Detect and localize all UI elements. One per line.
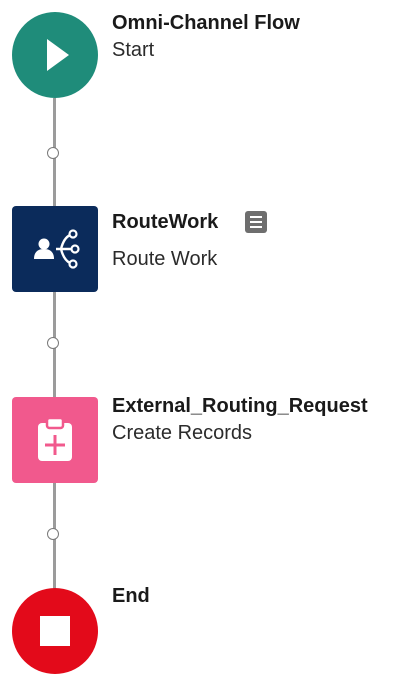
description-icon[interactable] <box>245 211 267 233</box>
start-node-subtitle: Start <box>112 39 155 61</box>
create-records-icon <box>38 416 72 461</box>
route-work-node-subtitle: Route Work <box>112 248 218 270</box>
create-records-node[interactable] <box>12 397 98 483</box>
route-work-node-title: RouteWork <box>112 211 219 233</box>
add-element-connector[interactable] <box>47 147 59 159</box>
route-work-icon <box>34 229 80 269</box>
play-icon <box>47 39 69 71</box>
end-node-title: End <box>112 585 150 607</box>
end-node[interactable] <box>12 588 98 674</box>
route-work-node[interactable] <box>12 206 98 292</box>
add-element-connector[interactable] <box>47 337 59 349</box>
add-element-connector[interactable] <box>47 528 59 540</box>
create-records-node-title: External_Routing_Request <box>112 395 368 417</box>
start-node-title: Omni-Channel Flow <box>112 12 300 34</box>
start-node[interactable] <box>12 12 98 98</box>
stop-icon <box>40 616 70 646</box>
create-records-node-subtitle: Create Records <box>112 422 253 444</box>
